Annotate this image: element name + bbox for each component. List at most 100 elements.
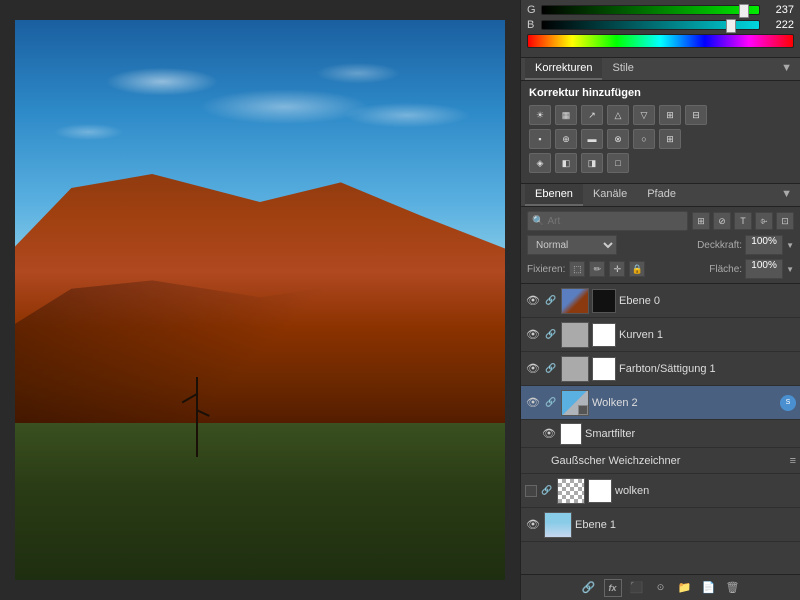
- layer-icon-2[interactable]: ⊘: [713, 212, 731, 230]
- mask-ebene0: [592, 289, 616, 313]
- mask-kurven1: [592, 323, 616, 347]
- b-slider-track[interactable]: [541, 20, 760, 30]
- blend-mode-select[interactable]: Normal: [527, 235, 617, 255]
- g-slider-thumb[interactable]: [739, 4, 749, 18]
- korr-icon-selective[interactable]: ◨: [581, 153, 603, 173]
- korr-icon-levels[interactable]: ▦: [555, 105, 577, 125]
- fx-icon[interactable]: fx: [604, 579, 622, 597]
- search-icon: 🔍: [532, 216, 544, 227]
- b-slider-thumb[interactable]: [726, 19, 736, 33]
- ebenen-tabs-bar: Ebenen Kanäle Pfade ▼: [521, 184, 800, 207]
- new-group-icon[interactable]: 📁: [676, 579, 694, 597]
- visibility-checkbox-wolken[interactable]: [525, 485, 537, 497]
- fix-icon-2[interactable]: ✏: [589, 261, 605, 277]
- opacity-group: Deckkraft: 100% ▼: [697, 235, 794, 255]
- korr-icon-shadow[interactable]: □: [607, 153, 629, 173]
- korr-icon-exposure[interactable]: △: [607, 105, 629, 125]
- link-layers-icon[interactable]: 🔗: [580, 579, 598, 597]
- korr-icon-hsl[interactable]: ⊞: [659, 105, 681, 125]
- korr-icon-curves[interactable]: ↗: [581, 105, 603, 125]
- korr-icon-bw[interactable]: ▪: [529, 129, 551, 149]
- korr-icon-invert[interactable]: ○: [633, 129, 655, 149]
- visibility-icon-ebene1[interactable]: 👁: [525, 517, 541, 533]
- layer-search-input[interactable]: [547, 216, 683, 227]
- g-slider-track[interactable]: [541, 5, 760, 15]
- visibility-icon-ebene0[interactable]: 👁: [525, 293, 541, 309]
- ebenen-menu-button[interactable]: ▼: [777, 184, 796, 206]
- visibility-icon-kurven1[interactable]: 👁: [525, 327, 541, 343]
- korr-icon-chanmix[interactable]: ▬: [581, 129, 603, 149]
- layer-row-search: 🔍 ⊞ ⊘ T ⌱ ⊡: [527, 211, 794, 231]
- fix-label: Fixieren:: [527, 264, 565, 275]
- korr-menu-button[interactable]: ▼: [777, 58, 796, 80]
- canvas-area: [0, 0, 520, 600]
- layer-item-smartfilter[interactable]: 👁 Smartfilter: [521, 420, 800, 448]
- layer-item-wolken[interactable]: 🔗 wolken: [521, 474, 800, 508]
- fix-icon-1[interactable]: ⬚: [569, 261, 585, 277]
- link-icon-wolken2[interactable]: 🔗: [544, 396, 558, 410]
- layer-icon-5[interactable]: ⊡: [776, 212, 794, 230]
- layer-list: 👁 🔗 Ebene 0 👁 🔗 Kurven 1 👁 🔗 Farbton/Sät…: [521, 284, 800, 574]
- korr-icons-row3: ◈ ◧ ◨ □: [529, 153, 792, 173]
- adjustment-icon[interactable]: ⊙: [652, 579, 670, 597]
- korr-icon-posterize[interactable]: ⊞: [659, 129, 681, 149]
- add-mask-icon[interactable]: ⬛: [628, 579, 646, 597]
- layer-name-farbton1: Farbton/Sättigung 1: [619, 363, 796, 375]
- visibility-icon-farbton1[interactable]: 👁: [525, 361, 541, 377]
- thumb-wolken: [557, 478, 585, 504]
- right-panel: G 237 B 222 Korrekturen Stile ▼ Korrektu…: [520, 0, 800, 600]
- thumb-ebene0: [561, 288, 589, 314]
- g-value: 237: [764, 4, 794, 16]
- flaeche-arrow[interactable]: ▼: [786, 265, 794, 274]
- link-icon-ebene0[interactable]: 🔗: [544, 294, 558, 308]
- layer-item-wolken2[interactable]: 👁 🔗 Wolken 2 S: [521, 386, 800, 420]
- fix-icon-4[interactable]: 🔒: [629, 261, 645, 277]
- layer-icon-1[interactable]: ⊞: [692, 212, 710, 230]
- layer-name-wolken: wolken: [615, 485, 796, 497]
- layer-item-farbton1[interactable]: 👁 🔗 Farbton/Sättigung 1: [521, 352, 800, 386]
- flaeche-group: Fläche: 100% ▼: [709, 259, 794, 279]
- korr-icon-threshold[interactable]: ◈: [529, 153, 551, 173]
- link-icon-farbton1[interactable]: 🔗: [544, 362, 558, 376]
- filter-settings-icon[interactable]: ≡: [790, 455, 796, 467]
- opacity-arrow[interactable]: ▼: [786, 241, 794, 250]
- tab-pfade[interactable]: Pfade: [637, 184, 686, 206]
- korr-tabs-bar: Korrekturen Stile ▼: [521, 58, 800, 81]
- delete-layer-icon[interactable]: 🗑: [724, 579, 742, 597]
- layer-item-kurven1[interactable]: 👁 🔗 Kurven 1: [521, 318, 800, 352]
- new-layer-icon[interactable]: 📄: [700, 579, 718, 597]
- layer-icon-group: ⊞ ⊘ T ⌱ ⊡: [692, 212, 794, 230]
- link-icon-kurven1[interactable]: 🔗: [544, 328, 558, 342]
- korr-icon-colorlook[interactable]: ⊗: [607, 129, 629, 149]
- korr-icon-brightness[interactable]: ☀: [529, 105, 551, 125]
- korr-icon-colbal[interactable]: ⊟: [685, 105, 707, 125]
- tab-stile[interactable]: Stile: [602, 58, 643, 80]
- link-icon-wolken[interactable]: 🔗: [540, 484, 554, 498]
- visibility-icon-wolken2[interactable]: 👁: [525, 395, 541, 411]
- korr-icon-gradient[interactable]: ◧: [555, 153, 577, 173]
- fix-icon-3[interactable]: ✛: [609, 261, 625, 277]
- bottom-toolbar: 🔗 fx ⬛ ⊙ 📁 📄 🗑: [521, 574, 800, 600]
- layer-search-box[interactable]: 🔍: [527, 211, 688, 231]
- layer-icon-4[interactable]: ⌱: [755, 212, 773, 230]
- layer-name-kurven1: Kurven 1: [619, 329, 796, 341]
- tab-korrekturen[interactable]: Korrekturen: [525, 58, 602, 80]
- layer-item-ebene0[interactable]: 👁 🔗 Ebene 0: [521, 284, 800, 318]
- thumb-wolken2: [561, 390, 589, 416]
- visibility-icon-smartfilter[interactable]: 👁: [541, 426, 557, 442]
- mask-farbton1: [592, 357, 616, 381]
- korr-icon-vibrance[interactable]: ▽: [633, 105, 655, 125]
- layer-item-gauss[interactable]: Gaußscher Weichzeichner ≡: [521, 448, 800, 474]
- korr-icons-row2: ▪ ⊕ ▬ ⊗ ○ ⊞: [529, 129, 792, 149]
- thumb-ebene1: [544, 512, 572, 538]
- korrekturen-panel: Korrektur hinzufügen ☀ ▦ ↗ △ ▽ ⊞ ⊟ ▪ ⊕ ▬…: [521, 81, 800, 184]
- korr-icon-photofilter[interactable]: ⊕: [555, 129, 577, 149]
- tab-kanaele[interactable]: Kanäle: [583, 184, 637, 206]
- tab-ebenen[interactable]: Ebenen: [525, 184, 583, 206]
- layer-item-ebene1[interactable]: 👁 Ebene 1: [521, 508, 800, 542]
- flaeche-value: 100%: [745, 259, 783, 279]
- layer-icon-3[interactable]: T: [734, 212, 752, 230]
- b-value: 222: [764, 19, 794, 31]
- korr-title: Korrektur hinzufügen: [529, 87, 792, 99]
- layer-row-blend: Normal Deckkraft: 100% ▼: [527, 235, 794, 255]
